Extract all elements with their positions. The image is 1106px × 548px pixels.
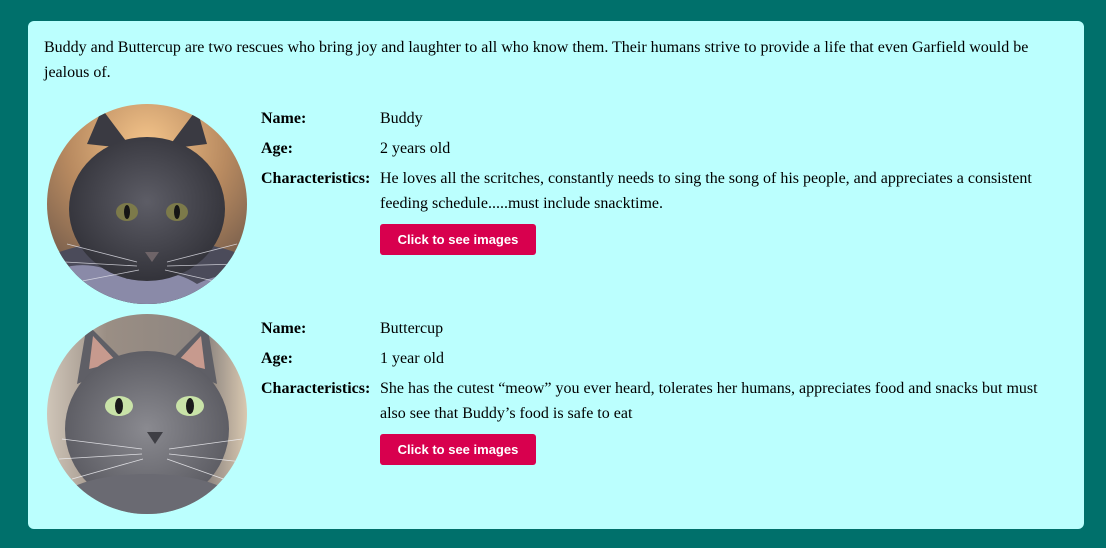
characteristics-label: Characteristics: xyxy=(261,380,371,397)
age-value: 1 year old xyxy=(380,350,444,367)
buddy-info: Name: Buddy Age: 2 years old Characteris… xyxy=(261,106,1061,255)
buddy-photo xyxy=(47,104,247,304)
characteristics-label: Characteristics: xyxy=(261,170,371,187)
content-card: Buddy and Buttercup are two rescues who … xyxy=(28,21,1084,529)
age-row: Age: 1 year old xyxy=(261,346,1061,371)
characteristics-row: Characteristics: She has the cutest “meo… xyxy=(261,376,1061,426)
name-label: Name: xyxy=(261,320,307,337)
age-label: Age: xyxy=(261,140,293,157)
age-row: Age: 2 years old xyxy=(261,136,1061,161)
characteristics-value: She has the cutest “meow” you ever heard… xyxy=(380,380,1038,422)
age-label: Age: xyxy=(261,350,293,367)
name-value: Buddy xyxy=(380,110,423,127)
cat-photo-icon xyxy=(47,104,247,304)
name-label: Name: xyxy=(261,110,307,127)
buttercup-info: Name: Buttercup Age: 1 year old Characte… xyxy=(261,316,1061,465)
name-value: Buttercup xyxy=(380,320,444,337)
see-images-button-buttercup[interactable]: Click to see images xyxy=(380,434,536,465)
cat-photo-icon xyxy=(47,314,247,514)
age-value: 2 years old xyxy=(380,140,451,157)
characteristics-row: Characteristics: He loves all the scritc… xyxy=(261,166,1061,216)
name-row: Name: Buddy xyxy=(261,106,1061,131)
characteristics-value: He loves all the scritches, constantly n… xyxy=(380,170,1032,212)
intro-text: Buddy and Buttercup are two rescues who … xyxy=(44,39,1029,81)
see-images-button-buddy[interactable]: Click to see images xyxy=(380,224,536,255)
name-row: Name: Buttercup xyxy=(261,316,1061,341)
buttercup-photo xyxy=(47,314,247,514)
